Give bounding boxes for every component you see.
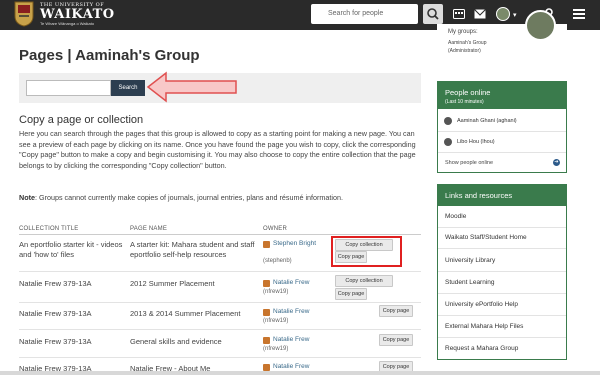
red-highlight-annotation xyxy=(331,236,402,267)
row-page-link[interactable]: General skills and evidence xyxy=(130,337,222,347)
row-page-link[interactable]: A starter kit: Mahara student and staff … xyxy=(130,240,260,260)
user-avatar[interactable] xyxy=(496,7,510,21)
owner-avatar-icon xyxy=(263,280,270,287)
row-page-link[interactable]: 2013 & 2014 Summer Placement xyxy=(130,309,240,319)
owner-avatar-icon xyxy=(263,309,270,316)
people-online-subtitle: (Last 10 minutes) xyxy=(445,99,484,105)
arrow-right-icon[interactable]: ➔ xyxy=(553,159,560,166)
copy-page-button[interactable]: Copy page xyxy=(379,334,413,346)
list-divider xyxy=(438,293,566,294)
row-divider xyxy=(19,302,421,303)
person-online-link[interactable]: Aaminah Ghani (aghani) xyxy=(457,118,517,124)
my-group-role: (Administrator) xyxy=(448,48,481,54)
university-logo-text[interactable]: THE UNIVERSITY OF WAIKATO Te Whare Wānan… xyxy=(40,2,115,26)
search-icon xyxy=(427,8,439,20)
row-owner-link[interactable]: Natalie Frew xyxy=(273,279,309,287)
row-owner-link[interactable]: Natalie Frew xyxy=(273,363,309,371)
links-resources-title: Links and resources xyxy=(445,191,513,200)
column-header-collection: COLLECTION TITLE xyxy=(19,226,79,232)
search-button[interactable]: Search xyxy=(111,80,145,96)
red-arrow-annotation-icon xyxy=(146,71,237,103)
sidebar-link-request-group[interactable]: Request a Mahara Group xyxy=(445,345,518,352)
sidebar-link-student-learning[interactable]: Student Learning xyxy=(445,279,495,286)
column-header-page-name: PAGE NAME xyxy=(130,226,168,232)
person-avatar xyxy=(444,117,452,125)
row-owner-username: (stephenb) xyxy=(263,258,292,264)
list-divider xyxy=(438,315,566,316)
row-divider xyxy=(19,357,421,358)
table-header-divider xyxy=(19,234,421,235)
row-owner-username: (nfrew19) xyxy=(263,318,289,324)
row-collection-link[interactable]: Natalie Frew 379-13A xyxy=(19,279,92,289)
show-people-online-link[interactable]: Show people online xyxy=(445,160,493,166)
copy-page-button[interactable]: Copy page xyxy=(335,288,367,300)
row-owner-link[interactable]: Natalie Frew xyxy=(273,336,309,344)
note-label: Note xyxy=(19,193,35,202)
hamburger-menu-icon[interactable] xyxy=(573,9,585,19)
people-online-block: People online (Last 10 minutes) Aaminah … xyxy=(437,81,567,173)
owner-avatar-icon xyxy=(263,364,270,371)
row-collection-link[interactable]: Natalie Frew 379-13A xyxy=(19,337,92,347)
row-owner-username: (nfrew19) xyxy=(263,346,289,352)
row-divider xyxy=(19,329,421,330)
row-divider xyxy=(19,271,421,272)
people-online-title: People online xyxy=(445,88,491,97)
section-title: Copy a page or collection xyxy=(19,114,144,126)
university-crest-icon[interactable] xyxy=(14,1,34,27)
note-body: : Groups cannot currently make copies of… xyxy=(34,193,344,202)
my-group-link[interactable]: Aaminah's Group xyxy=(448,40,486,46)
people-search-input[interactable]: Search for people xyxy=(311,4,418,24)
sidebar-link-library[interactable]: University Library xyxy=(445,257,495,264)
sidebar-link-staff-student-home[interactable]: Waikato Staff/Student Home xyxy=(445,234,527,241)
row-owner-link[interactable]: Stephen Bright xyxy=(273,240,321,248)
row-collection-link[interactable]: Natalie Frew 379-13A xyxy=(19,309,92,319)
copy-collection-button[interactable]: Copy collection xyxy=(335,275,393,287)
my-groups-label: My groups: xyxy=(448,29,478,35)
list-divider xyxy=(438,248,566,249)
column-header-owner: OWNER xyxy=(263,226,287,232)
row-page-link[interactable]: 2012 Summer Placement xyxy=(130,279,215,289)
row-collection-link[interactable]: An eportfolio starter kit - videos and '… xyxy=(19,240,127,260)
owner-avatar-icon xyxy=(263,241,270,248)
list-divider xyxy=(438,227,566,228)
links-resources-header: Links and resources xyxy=(438,185,566,206)
list-divider xyxy=(438,131,566,132)
people-search-button[interactable] xyxy=(423,4,443,24)
horizontal-scrollbar[interactable] xyxy=(0,371,600,375)
list-divider xyxy=(438,271,566,272)
row-owner-username: (nfrew19) xyxy=(263,289,289,295)
person-avatar xyxy=(444,138,452,146)
row-owner-link[interactable]: Natalie Frew xyxy=(273,308,309,316)
chevron-down-icon[interactable]: ▾ xyxy=(513,11,517,21)
sidebar-link-moodle[interactable]: Moodle xyxy=(445,213,466,220)
people-online-header: People online (Last 10 minutes) xyxy=(438,82,566,109)
copy-page-button[interactable]: Copy page xyxy=(379,305,413,317)
links-resources-block: Links and resources Moodle Waikato Staff… xyxy=(437,184,567,360)
person-online-link[interactable]: Libo Hou (lhou) xyxy=(457,139,495,145)
sidebar-link-mahara-help[interactable]: External Mahara Help Files xyxy=(445,323,523,330)
page-description: Here you can search through the pages th… xyxy=(19,129,416,170)
page-search-input[interactable] xyxy=(26,80,111,96)
sidebar-link-eportfolio-help[interactable]: University ePortfolio Help xyxy=(445,301,518,308)
logo-main-text: WAIKATO xyxy=(40,7,115,22)
keyboard-shortcut-icon[interactable] xyxy=(453,9,465,19)
mail-icon[interactable] xyxy=(474,9,486,19)
owner-avatar-icon xyxy=(263,337,270,344)
note-text: Note: Groups cannot currently make copie… xyxy=(19,193,424,202)
list-divider xyxy=(438,152,566,153)
page-title: Pages | Aaminah's Group xyxy=(19,47,200,64)
list-divider xyxy=(438,337,566,338)
profile-avatar[interactable] xyxy=(525,10,556,41)
